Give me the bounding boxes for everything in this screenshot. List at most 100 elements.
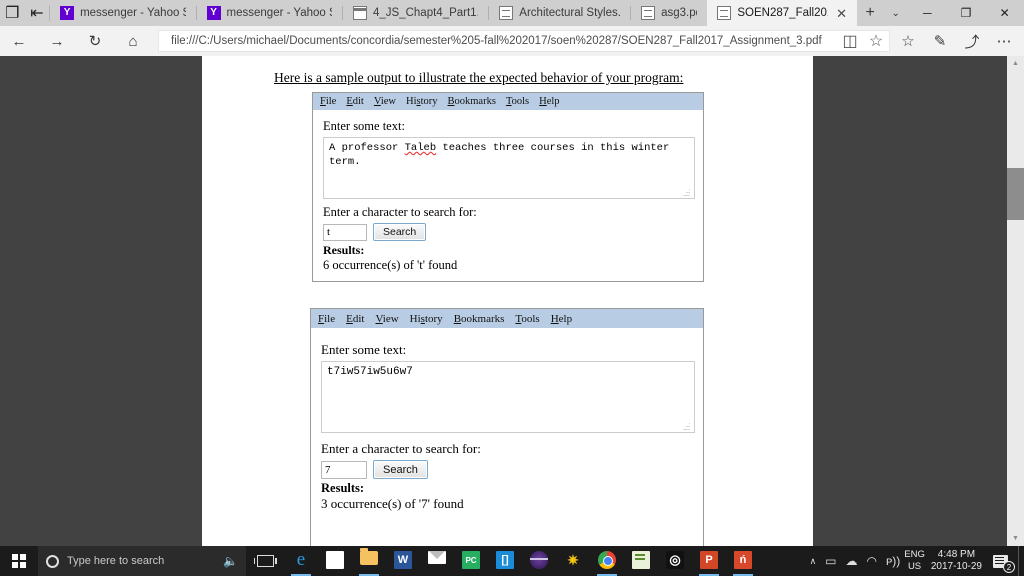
search-char-input-2[interactable]: 7 <box>321 460 367 479</box>
resize-grip-icon[interactable] <box>682 422 690 430</box>
browser-tab-2[interactable]: 4_JS_Chapt4_Part1.pdf <box>343 0 488 26</box>
taskbar-purple-app[interactable] <box>522 546 556 576</box>
taskbar-network-app[interactable]: ✷ <box>556 546 590 576</box>
clock[interactable]: 4:48 PM 2017-10-29 <box>925 549 982 574</box>
menu-item-view[interactable]: View <box>375 313 398 325</box>
reading-view-icon[interactable]: ◫ <box>837 31 863 51</box>
network-icon: ✷ <box>567 551 579 568</box>
maximize-button[interactable]: ❐ <box>947 0 986 26</box>
search-button-1[interactable]: Search <box>373 223 427 241</box>
page-title: Here is a sample output to illustrate th… <box>274 70 684 85</box>
battery-icon[interactable]: ▭ <box>825 554 836 568</box>
web-notes-icon[interactable]: ✎ <box>924 26 956 56</box>
search-row-1: t Search <box>323 223 693 241</box>
share-icon[interactable]: ⤴ <box>956 26 988 56</box>
menu-item-history[interactable]: History <box>410 313 443 325</box>
taskbar-notes[interactable] <box>624 546 658 576</box>
taskbar-edge[interactable]: e <box>284 546 318 576</box>
address-bar[interactable]: file:///C:/Users/michael/Documents/conco… <box>158 30 890 52</box>
taskbar-spiral-app[interactable]: ◎ <box>658 546 692 576</box>
folder-icon <box>360 548 378 565</box>
page-scrollbar[interactable]: ▲ ▼ <box>1007 56 1024 546</box>
chevron-down-icon[interactable]: ⌄ <box>883 0 908 26</box>
favorite-star-icon[interactable]: ☆ <box>863 31 889 51</box>
scrollbar-thumb[interactable] <box>1007 168 1024 220</box>
browser-tab-5-active[interactable]: SOEN287_Fall2017_ ✕ <box>707 0 858 26</box>
close-icon[interactable]: ✕ <box>836 7 847 20</box>
menu-item-tools[interactable]: Tools <box>506 96 529 107</box>
taskbar-mail[interactable] <box>420 546 454 576</box>
scroll-down-arrow-icon[interactable]: ▼ <box>1007 531 1024 546</box>
taskbar-explorer[interactable] <box>352 546 386 576</box>
acrobat-icon <box>641 6 656 20</box>
spiral-icon: ◎ <box>666 551 684 569</box>
sample-app-window-2: File Edit View History Bookmarks Tools H… <box>310 308 704 563</box>
clock-time: 4:48 PM <box>937 548 976 560</box>
language-indicator[interactable]: ENG US <box>900 549 925 573</box>
text-input-area-1[interactable]: A professor Taleb teaches three courses … <box>323 137 695 199</box>
taskbar-powerpoint[interactable]: P <box>692 546 726 576</box>
taskbar-pc-app[interactable]: PC <box>454 546 488 576</box>
taskbar-brackets[interactable]: [] <box>488 546 522 576</box>
yahoo-icon: Y <box>60 6 75 20</box>
search-char-input-1[interactable]: t <box>323 223 367 241</box>
search-input[interactable]: Type here to search 🔈 <box>38 546 246 576</box>
word-icon: W <box>394 551 412 569</box>
resize-grip-icon[interactable] <box>682 188 690 196</box>
show-desktop-button[interactable] <box>1018 546 1024 576</box>
taskbar-chrome[interactable] <box>590 546 624 576</box>
browser-tab-0[interactable]: Y messenger - Yahoo Sea <box>50 0 196 26</box>
text-input-area-2[interactable]: t7iw57iw5u6w7 <box>321 361 695 433</box>
start-button[interactable] <box>0 546 38 576</box>
minimize-button[interactable]: ─ <box>908 0 947 26</box>
task-view-button[interactable] <box>246 546 284 576</box>
wifi-icon[interactable]: ◠ <box>867 554 877 568</box>
browser-tab-1[interactable]: Y messenger - Yahoo Sea <box>197 0 343 26</box>
set-tabs-aside-icon[interactable]: ⇤ <box>25 0 50 26</box>
close-button[interactable]: ✕ <box>985 0 1024 26</box>
menu-item-bookmarks[interactable]: Bookmarks <box>448 96 496 107</box>
taskbar-onenote[interactable]: ń <box>726 546 760 576</box>
menu-item-help[interactable]: Help <box>539 96 559 107</box>
notes-icon <box>632 551 650 569</box>
menu-item-view[interactable]: View <box>374 96 396 107</box>
home-button[interactable]: ⌂ <box>114 26 152 56</box>
menu-item-help[interactable]: Help <box>551 313 572 325</box>
window-body-2: Enter some text: t7iw57iw5u6w7 Enter a c… <box>311 328 703 512</box>
menu-item-history[interactable]: History <box>406 96 438 107</box>
action-center-button[interactable]: 2 <box>982 546 1018 576</box>
menu-item-bookmarks[interactable]: Bookmarks <box>454 313 505 325</box>
cortana-icon <box>46 554 59 568</box>
new-tab-button[interactable]: + <box>857 0 883 26</box>
screen: ❐ ⇤ Y messenger - Yahoo Sea Y messenger … <box>0 0 1024 576</box>
refresh-button[interactable]: ↻ <box>76 26 114 56</box>
taskbar-word[interactable]: W <box>386 546 420 576</box>
restore-windows-icon[interactable]: ❐ <box>0 0 25 26</box>
powerpoint-icon: P <box>700 551 718 569</box>
onedrive-icon[interactable]: ☁ <box>846 554 858 568</box>
scroll-up-arrow-icon[interactable]: ▲ <box>1007 56 1024 71</box>
results-text-1: 6 occurrence(s) of 't' found <box>323 258 458 272</box>
textarea-wrapper-2: t7iw57iw5u6w7 <box>321 361 695 433</box>
menu-item-edit[interactable]: Edit <box>346 96 364 107</box>
misspelled-word: Taleb <box>404 142 437 154</box>
menu-item-file[interactable]: File <box>318 313 335 325</box>
search-button-2[interactable]: Search <box>373 460 428 479</box>
system-tray: ∧ ▭ ☁ ◠ ᴘ)) <box>804 554 901 568</box>
menu-item-edit[interactable]: Edit <box>346 313 364 325</box>
forward-button[interactable]: → <box>38 26 76 56</box>
favorites-hub-icon[interactable]: ☆ <box>892 26 924 56</box>
settings-more-icon[interactable]: ⋯ <box>988 26 1020 56</box>
notification-badge: 2 <box>1003 561 1015 573</box>
sample-app-window-1: File Edit View History Bookmarks Tools H… <box>312 92 704 282</box>
back-button[interactable]: ← <box>0 26 38 56</box>
show-hidden-icons[interactable]: ∧ <box>810 556 817 567</box>
browser-tab-4[interactable]: asg3.pdf <box>631 0 707 26</box>
browser-toolbar-right: ☆ ✎ ⤴ ⋯ <box>892 26 1024 56</box>
microphone-icon[interactable]: 🔈 <box>223 554 238 568</box>
menu-item-tools[interactable]: Tools <box>515 313 539 325</box>
volume-icon[interactable]: ᴘ)) <box>886 554 900 568</box>
menu-item-file[interactable]: File <box>320 96 336 107</box>
browser-tab-3[interactable]: Architectural Styles.pdf <box>489 0 630 26</box>
taskbar-store[interactable] <box>318 546 352 576</box>
